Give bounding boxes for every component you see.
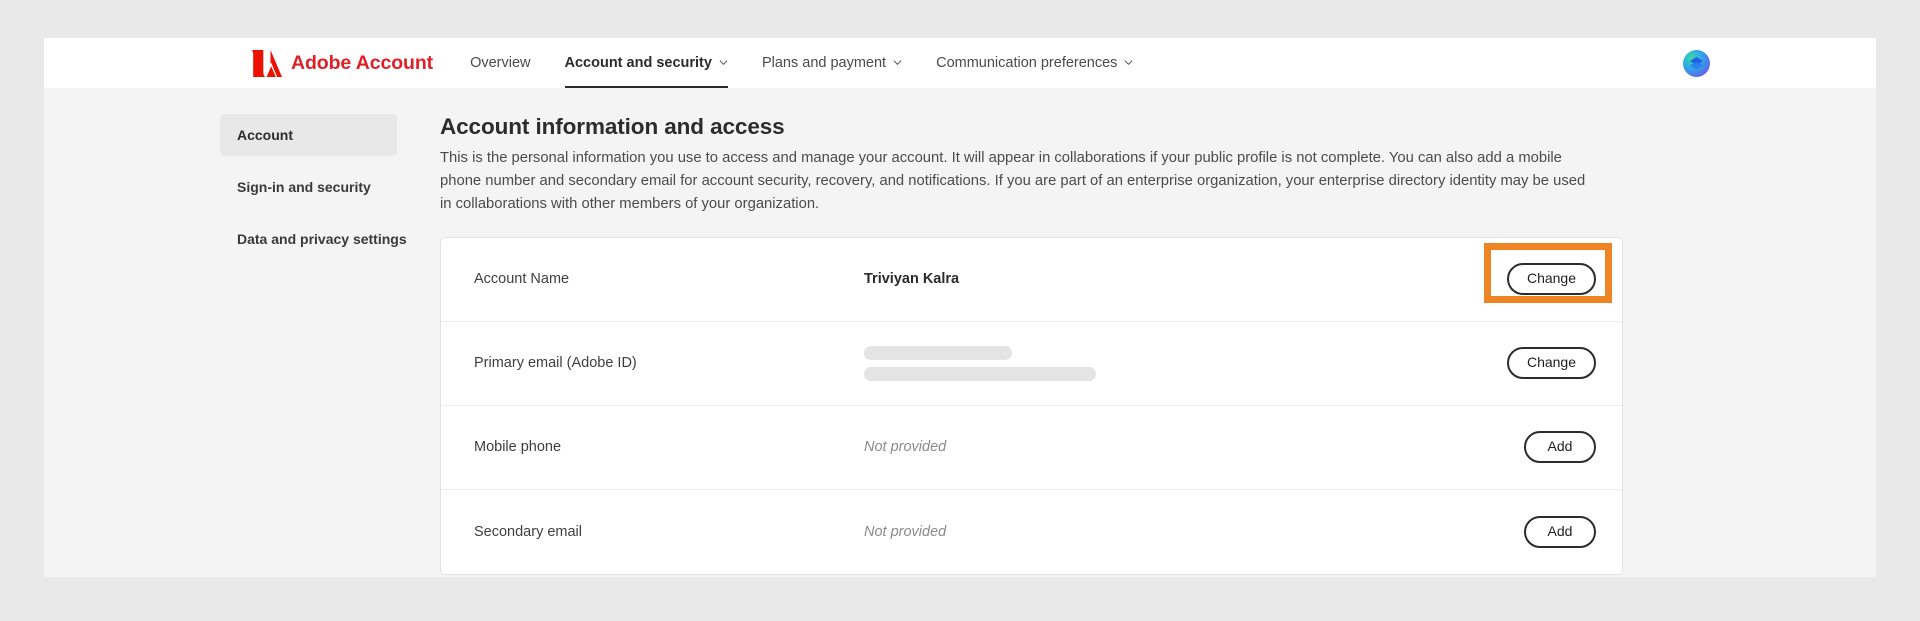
top-header-bar: Adobe Account Overview Account and secur… bbox=[44, 38, 1876, 88]
avatar[interactable] bbox=[1683, 50, 1710, 77]
change-primary-email-button[interactable]: Change bbox=[1506, 347, 1596, 380]
row-value-account-name: Triviyan Kalra bbox=[864, 271, 960, 288]
account-information-table: Account Name Triviyan Kalra Change Prima… bbox=[440, 236, 1623, 575]
chevron-down-icon bbox=[1124, 58, 1133, 67]
table-row: Account Name Triviyan Kalra Change bbox=[441, 238, 1622, 322]
sidebar-item-data-and-privacy-settings[interactable]: Data and privacy settings bbox=[220, 218, 407, 260]
chevron-down-icon bbox=[893, 58, 902, 67]
row-label-mobile-phone: Mobile phone bbox=[474, 439, 562, 456]
nav-label: Overview bbox=[470, 55, 531, 71]
row-label-secondary-email: Secondary email bbox=[474, 523, 582, 540]
layers-icon bbox=[1690, 57, 1703, 70]
nav-item-account-and-security[interactable]: Account and security bbox=[564, 38, 729, 88]
row-action-account-name: Change bbox=[1483, 243, 1612, 304]
adobe-account-window: Adobe Account Overview Account and secur… bbox=[44, 38, 1876, 577]
sidebar-item-label: Sign-in and security bbox=[237, 179, 371, 195]
add-secondary-email-button[interactable]: Add bbox=[1524, 515, 1596, 548]
redacted-bar bbox=[864, 366, 1096, 381]
main-navigation: Overview Account and security Plans and … bbox=[470, 38, 1167, 88]
brand-logo-link[interactable]: Adobe Account bbox=[252, 49, 434, 77]
nav-label: Communication preferences bbox=[936, 55, 1118, 71]
row-action-mobile-phone: Add bbox=[1524, 431, 1596, 464]
row-value-mobile-phone: Not provided bbox=[864, 439, 947, 456]
main-panel: Account information and access This is t… bbox=[440, 114, 1625, 575]
table-row: Secondary email Not provided Add bbox=[441, 490, 1622, 574]
nav-item-overview[interactable]: Overview bbox=[470, 38, 530, 88]
sidebar-item-label: Data and privacy settings bbox=[237, 231, 407, 247]
add-mobile-phone-button[interactable]: Add bbox=[1524, 431, 1596, 464]
table-row: Mobile phone Not provided Add bbox=[441, 406, 1622, 490]
nav-item-plans-and-payment[interactable]: Plans and payment bbox=[762, 38, 902, 88]
page-description: This is the personal information you use… bbox=[440, 150, 1586, 212]
row-label-primary-email: Primary email (Adobe ID) bbox=[474, 355, 637, 372]
table-row: Primary email (Adobe ID) Change bbox=[441, 322, 1622, 406]
page-content: Account Sign-in and security Data and pr… bbox=[44, 88, 1876, 575]
sidebar-navigation: Account Sign-in and security Data and pr… bbox=[220, 114, 407, 575]
sidebar-item-sign-in-and-security[interactable]: Sign-in and security bbox=[220, 166, 397, 208]
row-value-primary-email bbox=[864, 345, 1507, 381]
nav-label: Plans and payment bbox=[761, 55, 887, 71]
chevron-down-icon bbox=[719, 58, 728, 67]
row-value-secondary-email: Not provided bbox=[864, 523, 947, 540]
nav-label: Account and security bbox=[564, 55, 712, 71]
adobe-a-logo-icon bbox=[252, 49, 291, 77]
brand-name: Adobe Account bbox=[291, 51, 434, 74]
sidebar-item-label: Account bbox=[237, 127, 293, 143]
redacted-bar bbox=[864, 345, 1012, 360]
page-title: Account information and access bbox=[440, 114, 785, 139]
row-action-secondary-email: Add bbox=[1524, 515, 1596, 548]
nav-item-communication-preferences[interactable]: Communication preferences bbox=[936, 38, 1133, 88]
row-label-account-name: Account Name bbox=[474, 271, 570, 288]
sidebar-item-account[interactable]: Account bbox=[220, 114, 397, 156]
change-account-name-button[interactable]: Change bbox=[1506, 263, 1596, 296]
row-action-primary-email: Change bbox=[1506, 347, 1596, 380]
